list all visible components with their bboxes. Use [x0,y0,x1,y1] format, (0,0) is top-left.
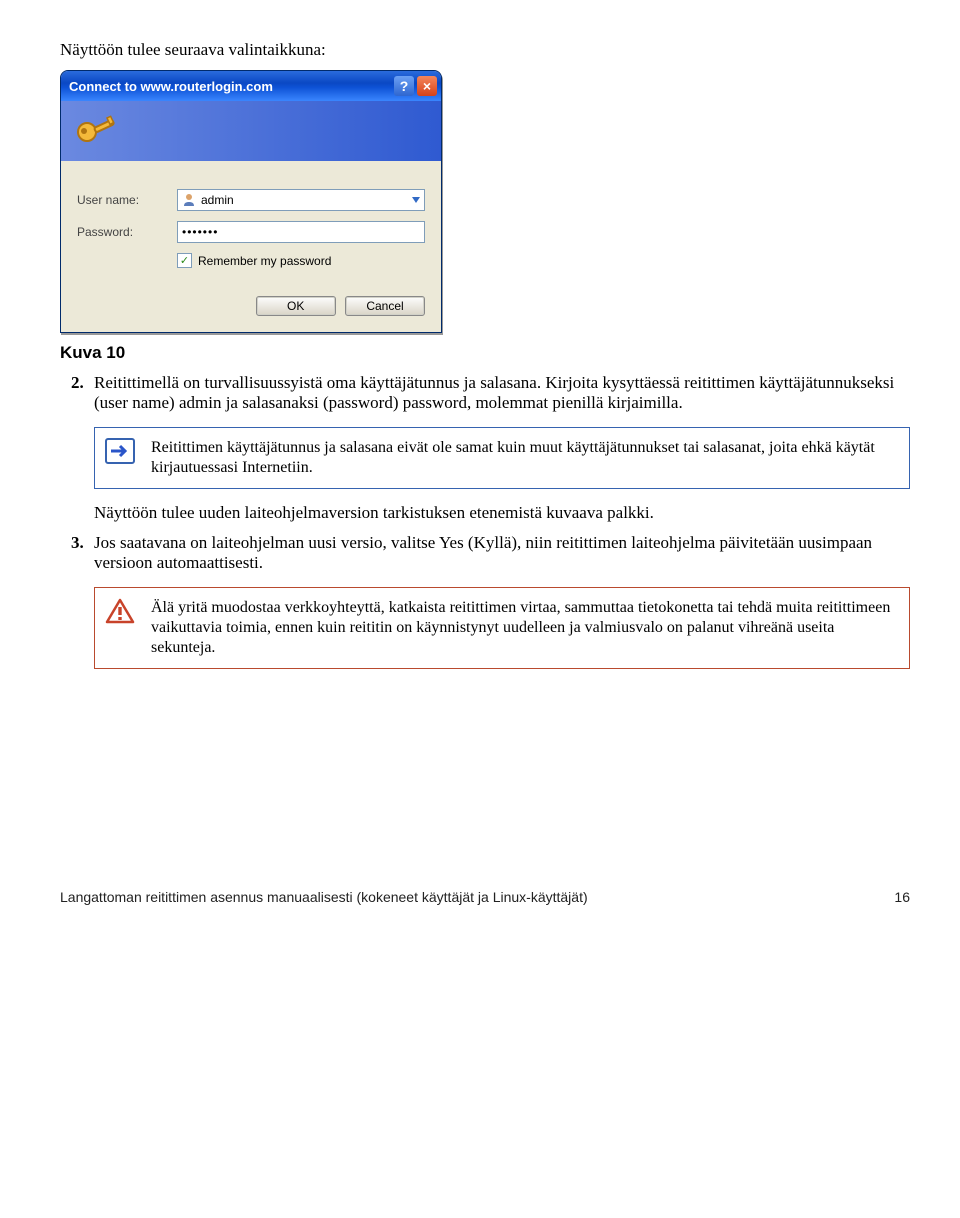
page-footer: Langattoman reitittimen asennus manuaali… [60,889,910,905]
remember-checkbox[interactable]: ✓ [177,253,192,268]
dialog-buttons: OK Cancel [77,296,425,316]
dialog-titlebar: Connect to www.routerlogin.com ? × [61,71,441,101]
remember-row[interactable]: ✓ Remember my password [177,253,425,268]
login-dialog: Connect to www.routerlogin.com ? × User … [60,70,442,333]
figure-caption: Kuva 10 [60,343,910,363]
remember-label: Remember my password [198,254,331,268]
note-text: Reitittimen käyttäjätunnus ja salasana e… [151,439,875,476]
intro-text: Näyttöön tulee seuraava valintaikkuna: [60,40,910,60]
arrow-icon [105,438,135,464]
dialog-banner [61,101,441,161]
footer-text: Langattoman reitittimen asennus manuaali… [60,889,588,905]
user-icon [182,193,196,207]
password-row: Password: ••••••• [77,221,425,243]
close-button[interactable]: × [417,76,437,96]
username-row: User name: admin [77,189,425,211]
step-2: Reitittimellä on turvallisuussyistä oma … [88,373,910,413]
password-input[interactable]: ••••••• [177,221,425,243]
username-input[interactable]: admin [177,189,425,211]
warning-icon [105,598,135,624]
dialog-body: User name: admin Password: ••••••• ✓ Rem… [61,161,441,332]
page-number: 16 [894,889,910,905]
ok-button[interactable]: OK [256,296,336,316]
cancel-button[interactable]: Cancel [345,296,425,316]
username-label: User name: [77,193,177,207]
help-button[interactable]: ? [394,76,414,96]
keys-icon [73,106,121,157]
username-value: admin [201,193,234,207]
note-box: Reitittimen käyttäjätunnus ja salasana e… [94,427,910,489]
mid-paragraph: Näyttöön tulee uuden laiteohjelmaversion… [94,503,910,523]
password-value: ••••••• [182,225,218,239]
dialog-title: Connect to www.routerlogin.com [69,79,391,94]
warning-box: Älä yritä muodostaa verkkoyhteyttä, katk… [94,587,910,669]
step-3: Jos saatavana on laiteohjelman uusi vers… [88,533,910,573]
warning-text: Älä yritä muodostaa verkkoyhteyttä, katk… [151,599,890,656]
password-label: Password: [77,225,177,239]
